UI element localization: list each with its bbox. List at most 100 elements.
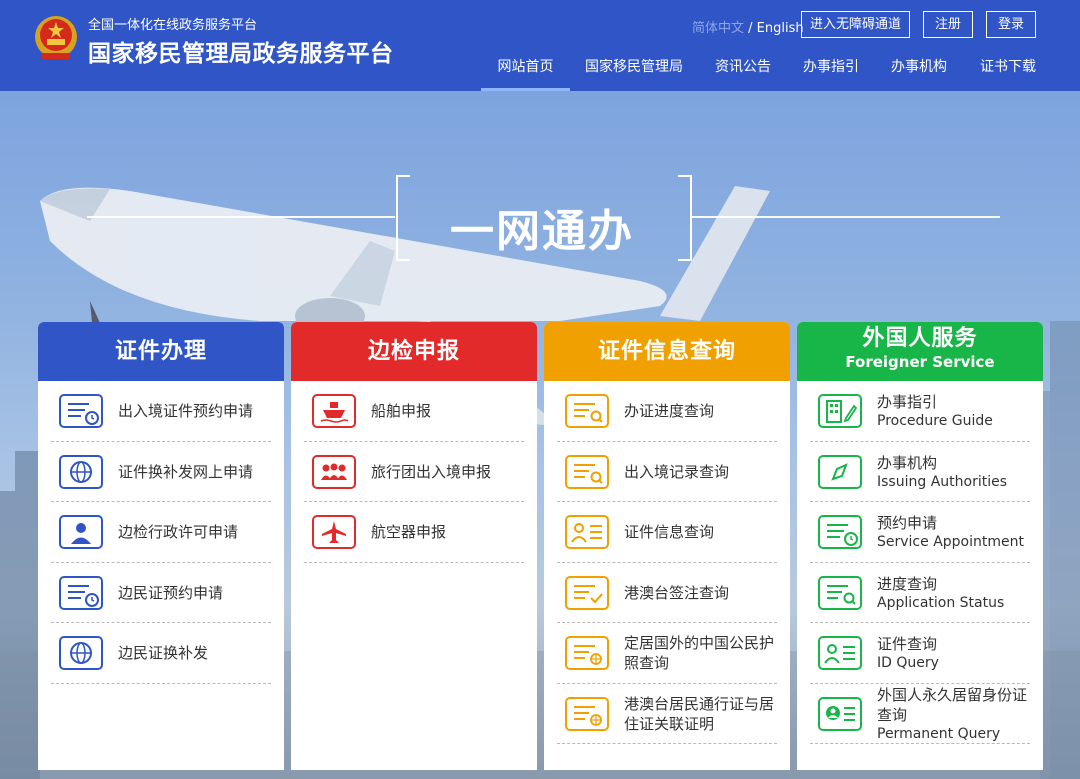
globe-icon — [59, 454, 103, 489]
item-label: 办事机构 — [877, 453, 938, 472]
airplane-icon — [312, 515, 356, 549]
item-label: 港澳台居民通行证与居住证关联证明 — [624, 694, 775, 733]
search-doc-icon — [565, 394, 609, 428]
card-header[interactable]: 边检申报 — [291, 322, 537, 381]
card-title: 外国人服务 — [862, 326, 978, 351]
item-label: 旅行团出入境申报 — [371, 462, 492, 481]
group-icon — [312, 454, 356, 489]
slogan-bracket-right — [678, 175, 692, 261]
list-item[interactable]: 港澳台签注查询 — [557, 563, 777, 623]
list-item[interactable]: 证件查询 ID Query — [810, 623, 1030, 684]
item-label-en: Application Status — [877, 594, 1005, 611]
list-item[interactable]: 证件换补发网上申请 — [51, 442, 271, 502]
item-label: 船舶申报 — [371, 402, 432, 420]
item-label: 预约申请 — [877, 514, 938, 532]
accessibility-button[interactable]: 进入无障碍通道 — [801, 11, 910, 38]
lang-separator: / — [744, 21, 757, 36]
hero-slogan: 一网通办 — [450, 206, 634, 257]
nav-home[interactable]: 网站首页 — [481, 56, 570, 91]
slogan-line-left — [87, 216, 395, 218]
nav-downloads[interactable]: 证书下载 — [970, 56, 1046, 91]
item-label: 进度查询 — [877, 574, 938, 593]
calendar-icon — [59, 394, 103, 428]
building-pen-icon — [818, 394, 862, 428]
list-item[interactable]: 外国人永久居留身份证查询 Permanent Query — [810, 684, 1030, 744]
globe-doc-icon — [565, 636, 609, 670]
item-label: 办事指引 — [877, 393, 938, 411]
list-item[interactable]: 出入境证件预约申请 — [51, 381, 271, 442]
lang-chinese[interactable]: 简体中文 — [692, 21, 744, 36]
globe-icon — [59, 636, 103, 670]
person-card-icon — [565, 515, 609, 549]
item-label-en: Issuing Authorities — [877, 473, 1007, 490]
nav-guide[interactable]: 办事指引 — [793, 56, 869, 91]
list-item[interactable]: 定居国外的中国公民护照查询 — [557, 623, 777, 684]
item-label: 定居国外的中国公民护照查询 — [624, 634, 775, 672]
compass-icon — [818, 454, 862, 489]
language-switcher: 简体中文 / English — [692, 17, 804, 36]
list-item[interactable]: 边民证换补发 — [51, 623, 271, 684]
item-label: 港澳台签注查询 — [624, 583, 730, 602]
list-item[interactable]: 旅行团出入境申报 — [304, 442, 524, 502]
list-item[interactable]: 出入境记录查询 — [557, 442, 777, 502]
card-header[interactable]: 证件办理 — [38, 322, 284, 381]
list-item[interactable]: 办事指引 Procedure Guide — [810, 381, 1030, 442]
slogan-bracket-left — [396, 175, 410, 261]
register-button[interactable]: 注册 — [923, 11, 973, 38]
nav-nia[interactable]: 国家移民管理局 — [579, 56, 689, 91]
main-nav: 网站首页 国家移民管理局 资讯公告 办事指引 办事机构 证书下载 — [0, 56, 1080, 91]
login-button[interactable]: 登录 — [986, 11, 1036, 38]
nav-news[interactable]: 资讯公告 — [705, 56, 781, 91]
card-certificate-handling: 证件办理 出入境证件预约申请 证件换补发网上申请 边检行政许可申请 边民证预约申… — [38, 322, 284, 770]
card-certificate-query: 证件信息查询 办证进度查询 出入境记录查询 证件信息查询 港澳台签注查询 定居国… — [544, 322, 790, 770]
item-label-en: Permanent Query — [877, 725, 1001, 742]
item-label-en: Service Appointment — [877, 534, 1024, 550]
item-label: 证件信息查询 — [624, 523, 715, 541]
card-list: 船舶申报 旅行团出入境申报 航空器申报 — [304, 381, 524, 563]
item-label: 边民证预约申请 — [118, 583, 224, 602]
globe-doc-icon — [565, 696, 609, 731]
card-header[interactable]: 外国人服务 Foreigner Service — [797, 322, 1043, 381]
item-label-en: ID Query — [877, 655, 939, 671]
top-header: 全国一体化在线政务服务平台 国家移民管理局政务服务平台 简体中文 / Engli… — [0, 0, 1080, 91]
card-list: 办证进度查询 出入境记录查询 证件信息查询 港澳台签注查询 定居国外的中国公民护… — [557, 381, 777, 744]
item-label-en: Procedure Guide — [877, 413, 993, 429]
list-item[interactable]: 边民证预约申请 — [51, 563, 271, 623]
list-item[interactable]: 预约申请 Service Appointment — [810, 502, 1030, 563]
item-label: 证件换补发网上申请 — [118, 462, 254, 481]
card-foreigner-service: 外国人服务 Foreigner Service 办事指引 Procedure Gu… — [797, 322, 1043, 770]
card-list: 办事指引 Procedure Guide 办事机构 Issuing Authorit… — [810, 381, 1030, 744]
card-title: 边检申报 — [367, 339, 460, 364]
item-label: 证件查询 — [877, 635, 938, 653]
card-title: 证件信息查询 — [597, 339, 736, 364]
person-card-icon — [818, 636, 862, 670]
card-border-declaration: 边检申报 船舶申报 旅行团出入境申报 航空器申报 — [291, 322, 537, 770]
platform-subtitle: 全国一体化在线政务服务平台 — [88, 18, 258, 33]
card-header[interactable]: 证件信息查询 — [544, 322, 790, 381]
list-item[interactable]: 进度查询 Application Status — [810, 563, 1030, 623]
slogan-line-right — [692, 216, 1000, 218]
item-label: 航空器申报 — [371, 523, 447, 541]
calendar-icon — [59, 575, 103, 610]
list-item[interactable]: 办事机构 Issuing Authorities — [810, 442, 1030, 502]
list-item[interactable]: 边检行政许可申请 — [51, 502, 271, 563]
search-doc-icon — [565, 454, 609, 489]
item-label: 边检行政许可申请 — [118, 523, 239, 541]
item-label: 边民证换补发 — [118, 644, 209, 662]
list-item[interactable]: 证件信息查询 — [557, 502, 777, 563]
card-title: 证件办理 — [114, 339, 207, 364]
item-label: 出入境记录查询 — [624, 462, 730, 481]
list-item[interactable]: 港澳台居民通行证与居住证关联证明 — [557, 684, 777, 744]
nav-agencies[interactable]: 办事机构 — [881, 56, 957, 91]
item-label: 出入境证件预约申请 — [118, 402, 254, 420]
list-item[interactable]: 航空器申报 — [304, 502, 524, 563]
list-item[interactable]: 办证进度查询 — [557, 381, 777, 442]
list-item[interactable]: 船舶申报 — [304, 381, 524, 442]
item-label: 外国人永久居留身份证查询 — [877, 685, 1028, 724]
search-doc-icon — [818, 575, 862, 610]
item-label: 办证进度查询 — [624, 402, 715, 420]
lang-english[interactable]: English — [757, 21, 804, 36]
card-list: 出入境证件预约申请 证件换补发网上申请 边检行政许可申请 边民证预约申请 边民证… — [51, 381, 271, 684]
card-title-en: Foreigner Service — [845, 353, 995, 371]
officer-icon — [59, 515, 103, 549]
